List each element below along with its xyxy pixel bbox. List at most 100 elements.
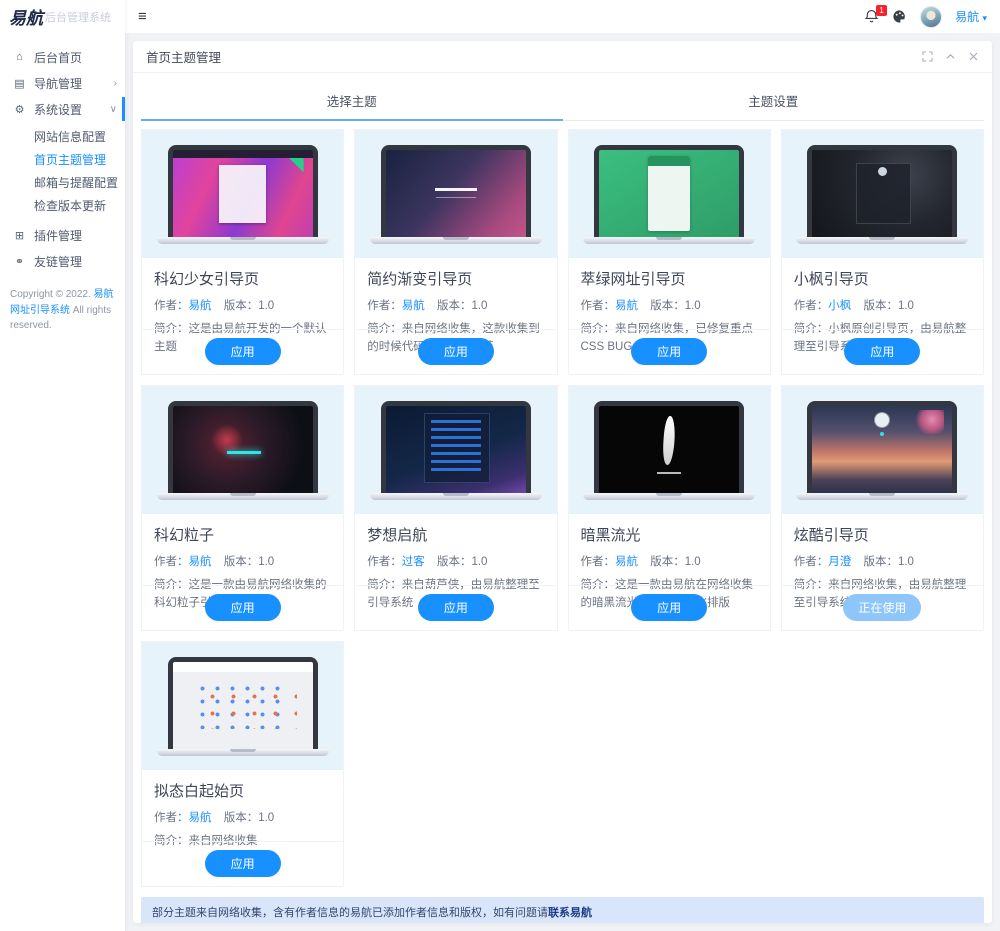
author-label: 作者： <box>154 812 189 824</box>
sidebar-item-plugin-management[interactable]: ⊞ 插件管理 <box>0 222 125 248</box>
theme-thumbnail <box>781 386 983 514</box>
laptop-screen <box>594 400 745 493</box>
sidebar-item-friend-links[interactable]: ⚭ 友链管理 <box>0 248 125 274</box>
sidebar-item-check-version-update[interactable]: 检查版本更新 <box>0 195 125 218</box>
laptop-screen <box>807 144 958 237</box>
theme-meta: 作者：过客 版本：1.0 <box>367 553 544 569</box>
theme-version: 1.0 <box>897 300 914 312</box>
apply-theme-button[interactable]: 应用 <box>631 594 708 621</box>
theme-skin-button[interactable] <box>892 9 907 24</box>
author-label: 作者： <box>367 300 402 312</box>
author-label: 作者： <box>580 300 616 312</box>
chevron-right-icon: › <box>113 77 117 89</box>
theme-thumbnail <box>142 642 344 770</box>
theme-card-body: 暗黑流光 作者：易航 版本：1.0 简介：这是一款由易航在网络收集的暗黑流光引导… <box>569 514 770 609</box>
theme-card: 简约渐变引导页 作者：易航 版本：1.0 简介：来自网络收集，这款收集到的时候代… <box>354 129 558 375</box>
home-icon: ⌂ <box>16 51 23 63</box>
theme-name: 科幻少女引导页 <box>154 271 260 288</box>
palette-icon <box>893 10 905 23</box>
theme-card: 小枫引导页 作者：小枫 版本：1.0 简介：小枫原创引导页，由易航整理至引导系统… <box>780 129 984 375</box>
theme-card-body: 简约渐变引导页 作者：易航 版本：1.0 简介：来自网络收集，这款收集到的时候代… <box>355 258 556 353</box>
apply-theme-button[interactable]: 正在使用 <box>843 594 922 621</box>
sidebar-item-email-reminder-config[interactable]: 邮箱与提醒配置 <box>0 172 125 195</box>
version-label: 版本： <box>650 300 685 312</box>
logo-suffix: 后台管理系统 <box>45 11 111 24</box>
fullscreen-icon[interactable] <box>922 51 933 62</box>
theme-author-link[interactable]: 易航 <box>189 556 212 568</box>
apply-theme-button[interactable]: 应用 <box>417 338 494 365</box>
laptop-screen <box>807 400 958 493</box>
theme-thumbnail <box>142 130 344 258</box>
author-label: 作者： <box>154 300 189 312</box>
theme-name: 梦想启航 <box>367 527 428 544</box>
theme-card: 拟态白起始页 作者：易航 版本：1.0 简介：来自网络收集 应用 <box>141 641 345 887</box>
tab-theme-settings[interactable]: 主题设置 <box>562 82 984 121</box>
hamburger-menu-icon[interactable]: ≡ <box>138 8 147 25</box>
theme-author-link[interactable]: 易航 <box>189 812 212 824</box>
sidebar-item-home-theme-management[interactable]: 首页主题管理 <box>0 149 125 172</box>
theme-name: 炫酷引导页 <box>793 527 869 544</box>
apply-theme-button[interactable]: 应用 <box>844 338 921 365</box>
theme-meta: 作者：月澄 版本：1.0 <box>794 553 971 569</box>
laptop-base <box>369 492 542 500</box>
theme-author-link[interactable]: 易航 <box>189 300 212 312</box>
theme-version: 1.0 <box>258 300 275 312</box>
sidebar-item-dashboard[interactable]: ⌂ 后台首页 <box>0 44 125 70</box>
theme-author-link[interactable]: 月澄 <box>828 556 851 568</box>
theme-management-panel: 首页主题管理 选择主题 主题设置 科幻少女引导页 作者：易航 版本：1.0 简介… <box>133 41 992 923</box>
contact-link[interactable]: 联系易航 <box>548 907 592 919</box>
author-label: 作者： <box>580 556 616 568</box>
theme-preview <box>172 661 313 749</box>
sidebar-item-label: 后台首页 <box>34 50 83 65</box>
theme-version: 1.0 <box>684 556 701 568</box>
theme-meta: 作者：易航 版本：1.0 <box>154 809 331 825</box>
sidebar-item-site-info-config[interactable]: 网站信息配置 <box>0 126 125 149</box>
apply-theme-button[interactable]: 应用 <box>204 594 281 621</box>
nav-icon: ▤ <box>14 77 25 90</box>
apply-theme-button[interactable]: 应用 <box>204 338 281 365</box>
theme-card-body: 拟态白起始页 作者：易航 版本：1.0 简介：来自网络收集 <box>142 770 343 847</box>
theme-meta: 作者：易航 版本：1.0 <box>154 297 331 313</box>
theme-card-footer: 应用 <box>142 329 344 374</box>
user-menu[interactable]: 易航 ▾ <box>955 8 987 25</box>
theme-thumbnail <box>568 130 770 258</box>
sidebar-item-system-settings[interactable]: ⚙ 系统设置 ∨ <box>0 96 125 122</box>
theme-thumbnail <box>355 386 557 514</box>
theme-author-link[interactable]: 易航 <box>615 300 638 312</box>
theme-card-footer: 正在使用 <box>781 585 983 630</box>
theme-card-footer: 应用 <box>355 585 557 630</box>
laptop-base <box>796 236 969 244</box>
sidebar: 易航 后台管理系统 ⌂ 后台首页 ▤ 导航管理 › ⚙ 系统设置 ∨ 网站信息配… <box>0 0 125 931</box>
version-label: 版本： <box>650 556 685 568</box>
laptop-screen <box>594 144 745 237</box>
theme-card-body: 科幻粒子 作者：易航 版本：1.0 简介：这是一款由易航网络收集的科幻粒子引导页 <box>142 514 343 609</box>
theme-author-link[interactable]: 小枫 <box>828 300 851 312</box>
theme-author-link[interactable]: 易航 <box>402 300 425 312</box>
theme-card-footer: 应用 <box>142 841 344 886</box>
theme-meta: 作者：易航 版本：1.0 <box>367 297 544 313</box>
theme-author-link[interactable]: 过客 <box>402 556 425 568</box>
sidebar-item-nav-management[interactable]: ▤ 导航管理 › <box>0 70 125 96</box>
tab-select-theme[interactable]: 选择主题 <box>141 82 563 121</box>
copyright: Copyright © 2022. 易航网址引导系统 All rights re… <box>10 289 114 331</box>
laptop-base <box>156 748 329 756</box>
theme-meta: 作者：小枫 版本：1.0 <box>794 297 971 313</box>
theme-card: 暗黑流光 作者：易航 版本：1.0 简介：这是一款由易航在网络收集的暗黑流光引导… <box>567 385 771 631</box>
theme-thumbnail <box>355 130 557 258</box>
theme-author-link[interactable]: 易航 <box>615 556 638 568</box>
theme-card-body: 科幻少女引导页 作者：易航 版本：1.0 简介：这是由易航开发的一个默认主题 <box>142 258 343 353</box>
user-avatar[interactable] <box>920 5 943 28</box>
laptop-base <box>369 236 542 244</box>
apply-theme-button[interactable]: 应用 <box>204 850 281 877</box>
sidebar-item-label: 友链管理 <box>34 254 83 269</box>
apply-theme-button[interactable]: 应用 <box>631 338 708 365</box>
sidebar-item-label: 插件管理 <box>34 228 83 243</box>
notification-bell-button[interactable]: 1 <box>864 5 888 24</box>
apply-theme-button[interactable]: 应用 <box>417 594 494 621</box>
collapse-icon[interactable] <box>945 51 956 62</box>
close-icon[interactable] <box>968 51 979 62</box>
theme-card-footer: 应用 <box>568 585 770 630</box>
plugin-icon: ⊞ <box>14 229 25 242</box>
window-controls <box>922 51 979 62</box>
theme-name: 拟态白起始页 <box>154 783 245 800</box>
